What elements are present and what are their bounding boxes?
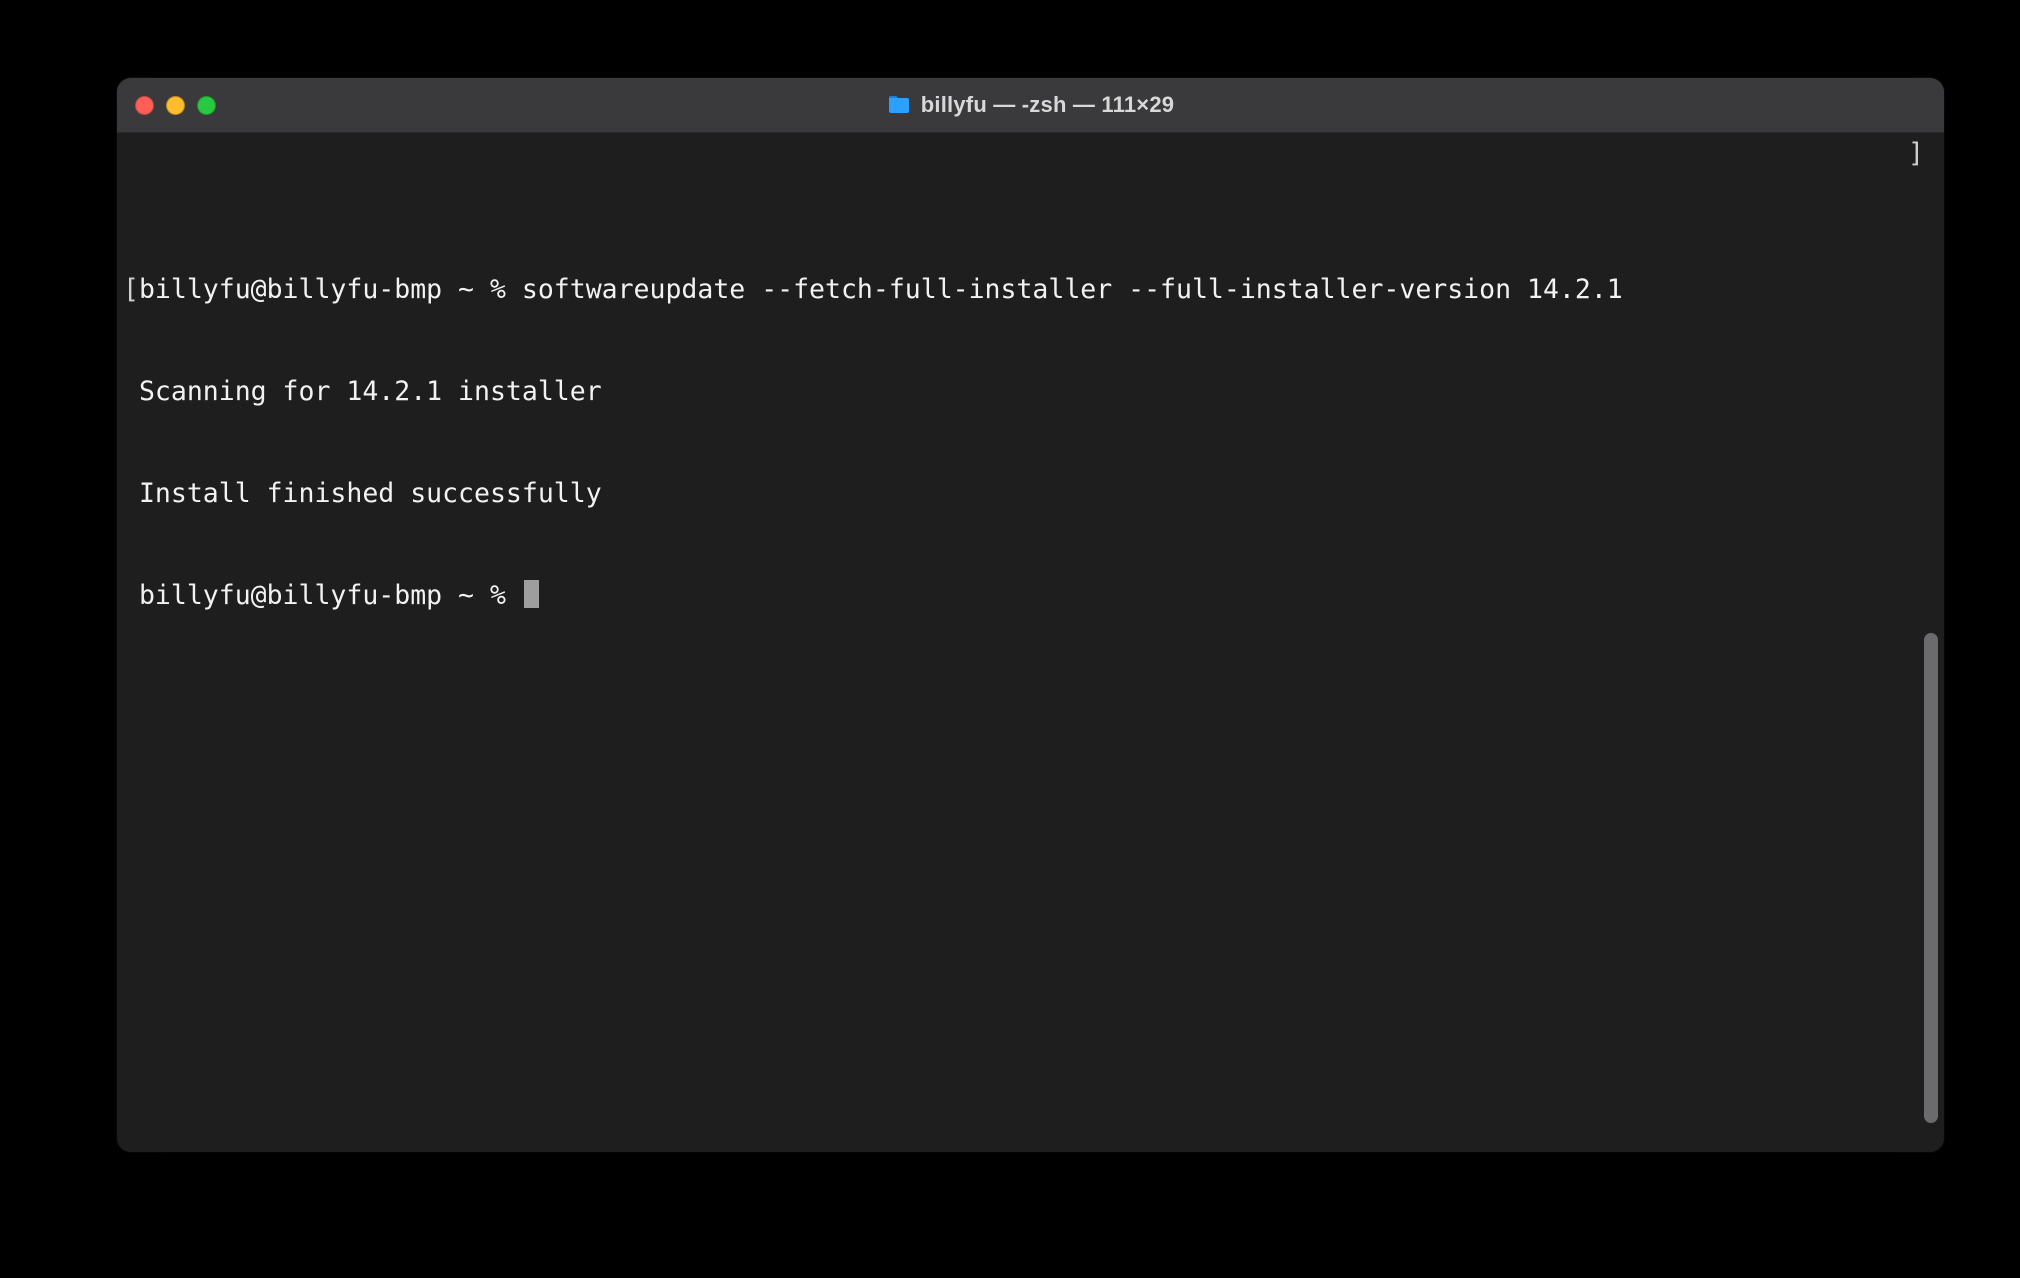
- prompt-1: billyfu@billyfu-bmp ~ %: [139, 274, 522, 305]
- prompt-2: billyfu@billyfu-bmp ~ %: [139, 580, 522, 611]
- terminal-body[interactable]: [billyfu@billyfu-bmp ~ % softwareupdate …: [117, 133, 1944, 1152]
- command-1: softwareupdate --fetch-full-installer --…: [522, 274, 1623, 305]
- scrollbar-track[interactable]: [1921, 133, 1941, 1149]
- scrollbar-thumb[interactable]: [1924, 633, 1938, 1123]
- maximize-icon[interactable]: [197, 96, 216, 115]
- output-line-2: Install finished successfully: [139, 478, 602, 509]
- titlebar[interactable]: billyfu — -zsh — 111×29: [117, 78, 1944, 133]
- terminal-output[interactable]: [billyfu@billyfu-bmp ~ % softwareupdate …: [123, 205, 1938, 681]
- output-line-1: Scanning for 14.2.1 installer: [139, 376, 602, 407]
- left-bracket: [: [123, 274, 139, 305]
- folder-icon: [887, 95, 911, 115]
- close-icon[interactable]: [135, 96, 154, 115]
- traffic-lights: [117, 96, 216, 115]
- window-title: billyfu — -zsh — 111×29: [921, 92, 1174, 118]
- terminal-window: billyfu — -zsh — 111×29 [billyfu@billyfu…: [117, 78, 1944, 1152]
- cursor-icon: [524, 580, 539, 608]
- minimize-icon[interactable]: [166, 96, 185, 115]
